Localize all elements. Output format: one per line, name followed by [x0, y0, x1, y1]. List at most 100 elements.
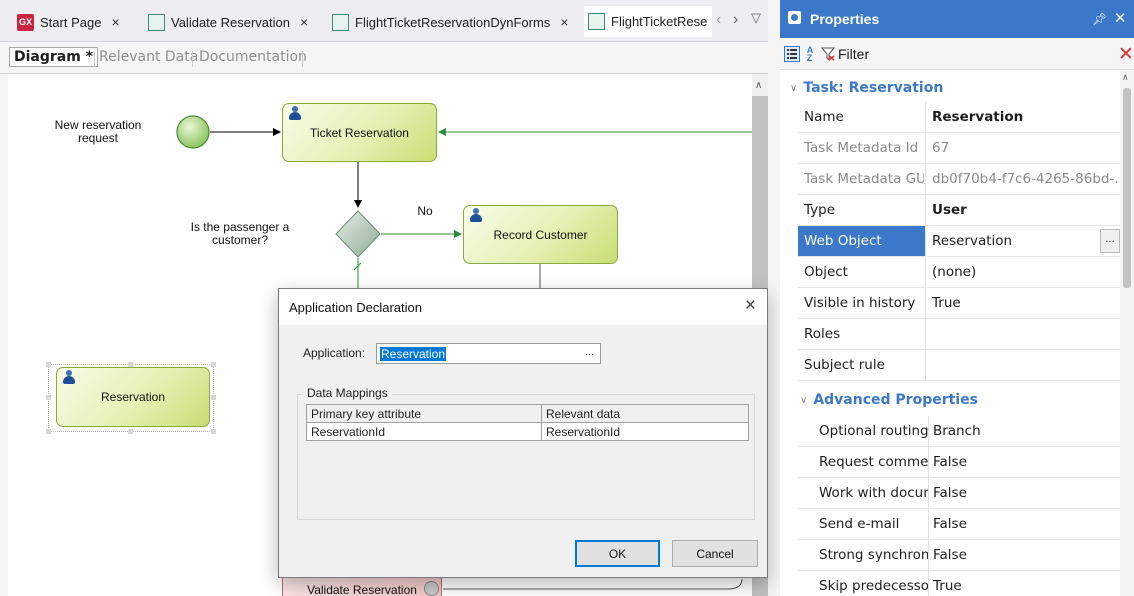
application-browse-button[interactable]: ... — [585, 346, 594, 358]
chevron-down-icon[interactable]: ∨ — [800, 395, 807, 406]
close-tab-icon[interactable]: × — [560, 14, 568, 30]
close-panel-icon[interactable]: ✕ — [1114, 9, 1127, 27]
grid-header-row: Primary key attribute Relevant data — [306, 404, 749, 423]
ok-button[interactable]: OK — [575, 540, 660, 567]
property-row-roles[interactable]: Roles — [798, 319, 1120, 350]
property-value[interactable]: User — [932, 202, 1120, 218]
document-tab-bar: GX Start Page × Validate Reservation × F… — [0, 0, 776, 42]
tab-relevant-data[interactable]: Relevant Data — [99, 49, 198, 65]
tab-documentation[interactable]: Documentation — [199, 49, 307, 65]
application-value[interactable]: Reservation — [380, 347, 447, 361]
task-ticket-reservation[interactable]: Ticket Reservation — [282, 103, 437, 162]
resize-handle[interactable] — [46, 395, 51, 400]
property-name: Type — [804, 202, 836, 218]
column-header-relevant-data[interactable]: Relevant data — [541, 404, 749, 423]
filter-label[interactable]: Filter — [838, 46, 869, 62]
resize-handle[interactable] — [46, 362, 51, 367]
property-row-visible-in-history[interactable]: Visible in history True — [798, 288, 1120, 319]
categorized-view-icon[interactable] — [784, 46, 800, 62]
resize-handle[interactable] — [128, 429, 133, 434]
web-object-browse-button[interactable]: ... — [1100, 229, 1120, 253]
task-reservation[interactable]: Reservation — [56, 367, 210, 427]
workflow-diagram-icon — [332, 13, 349, 31]
close-dialog-icon[interactable]: × — [745, 295, 756, 317]
property-row-send-email[interactable]: Send e-mail False — [798, 509, 1120, 540]
chevron-down-icon[interactable]: ∨ — [790, 83, 797, 94]
start-event-label: New reservation request — [54, 118, 142, 145]
scroll-up-icon[interactable]: ∧ — [1122, 72, 1129, 83]
sequence-flow[interactable] — [727, 578, 743, 590]
close-tab-icon[interactable]: × — [111, 14, 119, 30]
tab-flightticketreservation-active[interactable]: FlightTicketRese — [584, 6, 712, 37]
resize-handle[interactable] — [211, 395, 216, 400]
property-row-skip-predecessor[interactable]: Skip predecessor True — [798, 571, 1120, 596]
property-row-task-metadata-guid[interactable]: Task Metadata GUID db0f70b4-f7c6-4265-86… — [798, 164, 1120, 195]
resize-handle[interactable] — [211, 429, 216, 434]
property-row-task-metadata-id[interactable]: Task Metadata Id 67 — [798, 133, 1120, 164]
property-row-request-comments[interactable]: Request comments False — [798, 447, 1120, 478]
start-event-icon[interactable] — [176, 115, 210, 149]
property-value[interactable]: (none) — [932, 264, 1120, 280]
property-value[interactable]: False — [933, 454, 1121, 470]
property-row-optional-routing[interactable]: Optional routing Branch — [798, 416, 1120, 447]
data-mappings-grid[interactable]: Primary key attribute Relevant data Rese… — [306, 404, 749, 441]
filter-icon[interactable] — [820, 46, 836, 62]
task-label: Validate Reservation — [307, 583, 417, 596]
scroll-tabs-right-icon[interactable]: › — [733, 11, 738, 29]
property-value[interactable]: False — [933, 547, 1121, 563]
application-input[interactable]: Reservation ... — [376, 343, 601, 364]
cancel-button[interactable]: Cancel — [672, 540, 758, 567]
property-value[interactable]: Branch — [933, 423, 1121, 439]
property-row-object[interactable]: Object (none) — [798, 257, 1120, 288]
property-value[interactable]: True — [933, 578, 1121, 594]
property-row-subject-rule[interactable]: Subject rule — [798, 350, 1120, 381]
table-row[interactable]: ReservationId ReservationId — [306, 422, 749, 441]
category-advanced-properties[interactable]: ∨ Advanced Properties — [794, 384, 1134, 416]
task-record-customer[interactable]: Record Customer — [463, 205, 618, 264]
genexus-logo-icon: GX — [17, 13, 34, 31]
flow-label-no: No — [417, 204, 433, 218]
close-tab-icon[interactable]: × — [300, 14, 308, 30]
scroll-up-icon[interactable]: ∧ — [755, 80, 762, 91]
property-name: Strong synchronization — [819, 547, 929, 563]
cell-relevant-data[interactable]: ReservationId — [541, 422, 749, 441]
gateway-label: Is the passenger a customer? — [190, 220, 290, 247]
tab-list-dropdown-icon[interactable]: ▽ — [751, 10, 761, 26]
property-row-name[interactable]: Name Reservation — [798, 102, 1120, 133]
tab-validate-reservation[interactable]: Validate Reservation × — [148, 11, 308, 33]
property-row-type[interactable]: Type User — [798, 195, 1120, 226]
column-header-primary-key[interactable]: Primary key attribute — [306, 404, 542, 423]
tab-separator — [192, 51, 193, 67]
alphabetical-sort-icon[interactable]: AZ — [802, 46, 818, 63]
property-name: Optional routing — [819, 423, 929, 439]
resize-handle[interactable] — [46, 429, 51, 434]
tab-flightticketreservationdynforms[interactable]: FlightTicketReservationDynForms × — [332, 11, 568, 33]
scroll-tabs-left-icon[interactable]: ‹ — [716, 11, 721, 29]
category-task[interactable]: ∨ Task: Reservation — [780, 72, 1120, 104]
tab-diagram[interactable]: Diagram * — [9, 47, 99, 67]
resize-handle[interactable] — [211, 362, 216, 367]
property-value[interactable]: Reservation — [932, 109, 1120, 125]
tab-separator — [302, 51, 303, 67]
property-name: Send e-mail — [819, 516, 900, 532]
property-name: Name — [804, 109, 844, 125]
property-name: Roles — [804, 326, 841, 342]
property-value[interactable]: False — [933, 516, 1121, 532]
category-label: Task: Reservation — [803, 80, 944, 96]
property-row-strong-synchronization[interactable]: Strong synchronization False — [798, 540, 1120, 571]
property-value[interactable]: Reservation — [932, 233, 1092, 249]
property-row-web-object[interactable]: Web Object Reservation ... — [798, 226, 1120, 257]
scrollbar-thumb[interactable] — [1123, 88, 1131, 288]
pin-icon[interactable]: 📌︎ — [1092, 12, 1107, 26]
property-row-work-with-documents[interactable]: Work with documents False — [798, 478, 1120, 509]
property-value[interactable]: True — [932, 295, 1120, 311]
clear-filter-icon[interactable]: ✕ — [1118, 43, 1134, 66]
tab-start-page[interactable]: GX Start Page × — [17, 11, 120, 33]
panel-splitter[interactable] — [768, 0, 780, 596]
exclusive-gateway-icon[interactable] — [335, 210, 381, 258]
property-name: Task Metadata GUID — [804, 171, 924, 187]
cell-primary-key[interactable]: ReservationId — [306, 422, 542, 441]
properties-vertical-scrollbar[interactable]: ∧ — [1120, 70, 1134, 596]
application-declaration-dialog: Application Declaration × Application: R… — [278, 288, 768, 578]
property-value[interactable]: False — [933, 485, 1121, 501]
